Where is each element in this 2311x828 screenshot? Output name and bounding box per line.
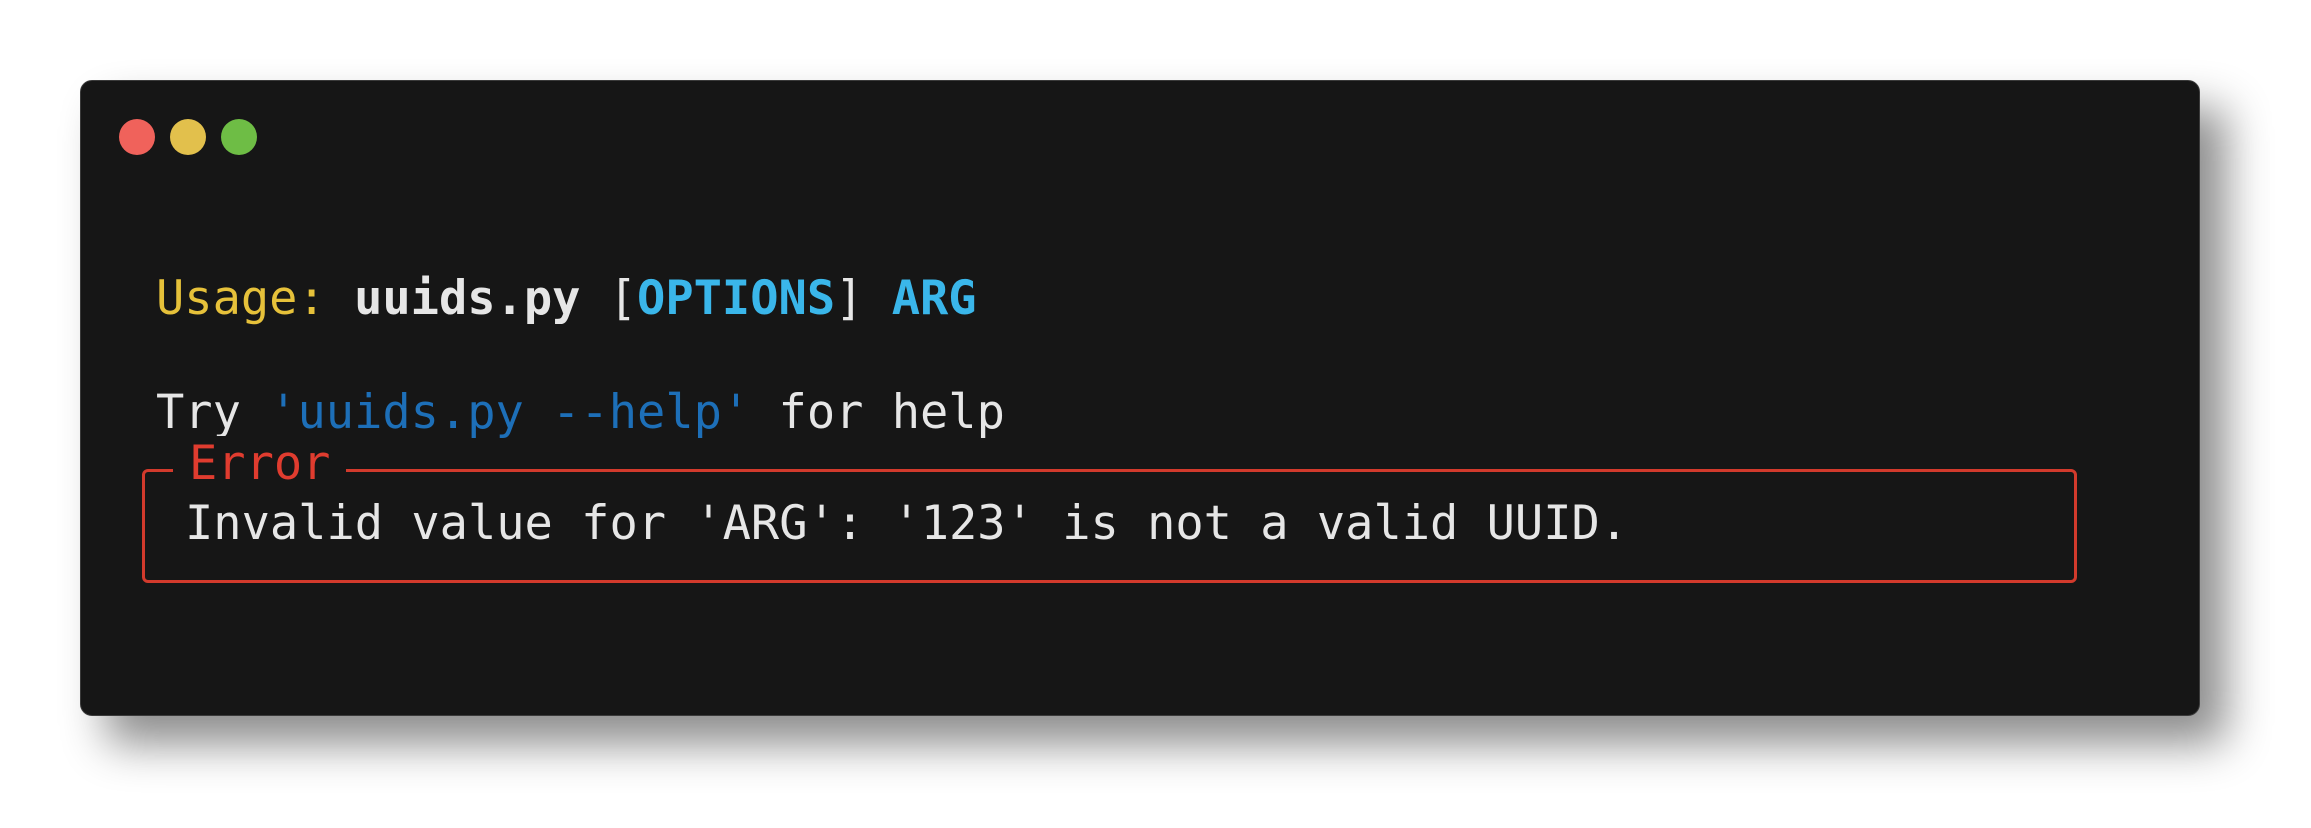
- hint-suffix: for help: [750, 385, 1005, 440]
- options-placeholder: OPTIONS: [637, 271, 836, 326]
- error-title: Error: [173, 436, 347, 492]
- terminal-output: Usage: uuids.py [OPTIONS] ARG Try 'uuids…: [156, 81, 2199, 440]
- error-panel: Error Invalid value for 'ARG': '123' is …: [142, 436, 2077, 583]
- terminal-window: Usage: uuids.py [OPTIONS] ARG Try 'uuids…: [80, 80, 2200, 716]
- help-hint-line: Try 'uuids.py --help' for help: [156, 385, 1005, 441]
- usage-line: Usage: uuids.py [OPTIONS] ARG: [156, 271, 977, 327]
- close-bracket: ]: [835, 271, 864, 326]
- program-name: uuids.py: [354, 271, 581, 326]
- usage-label: Usage:: [156, 271, 326, 326]
- error-message: Invalid value for 'ARG': '123' is not a …: [185, 496, 1629, 551]
- open-bracket: [: [608, 271, 638, 326]
- hint-command: 'uuids.py --help': [269, 385, 751, 440]
- close-dot-icon[interactable]: [119, 119, 155, 155]
- arg-placeholder: ARG: [891, 271, 977, 326]
- hint-prefix: Try: [156, 385, 270, 440]
